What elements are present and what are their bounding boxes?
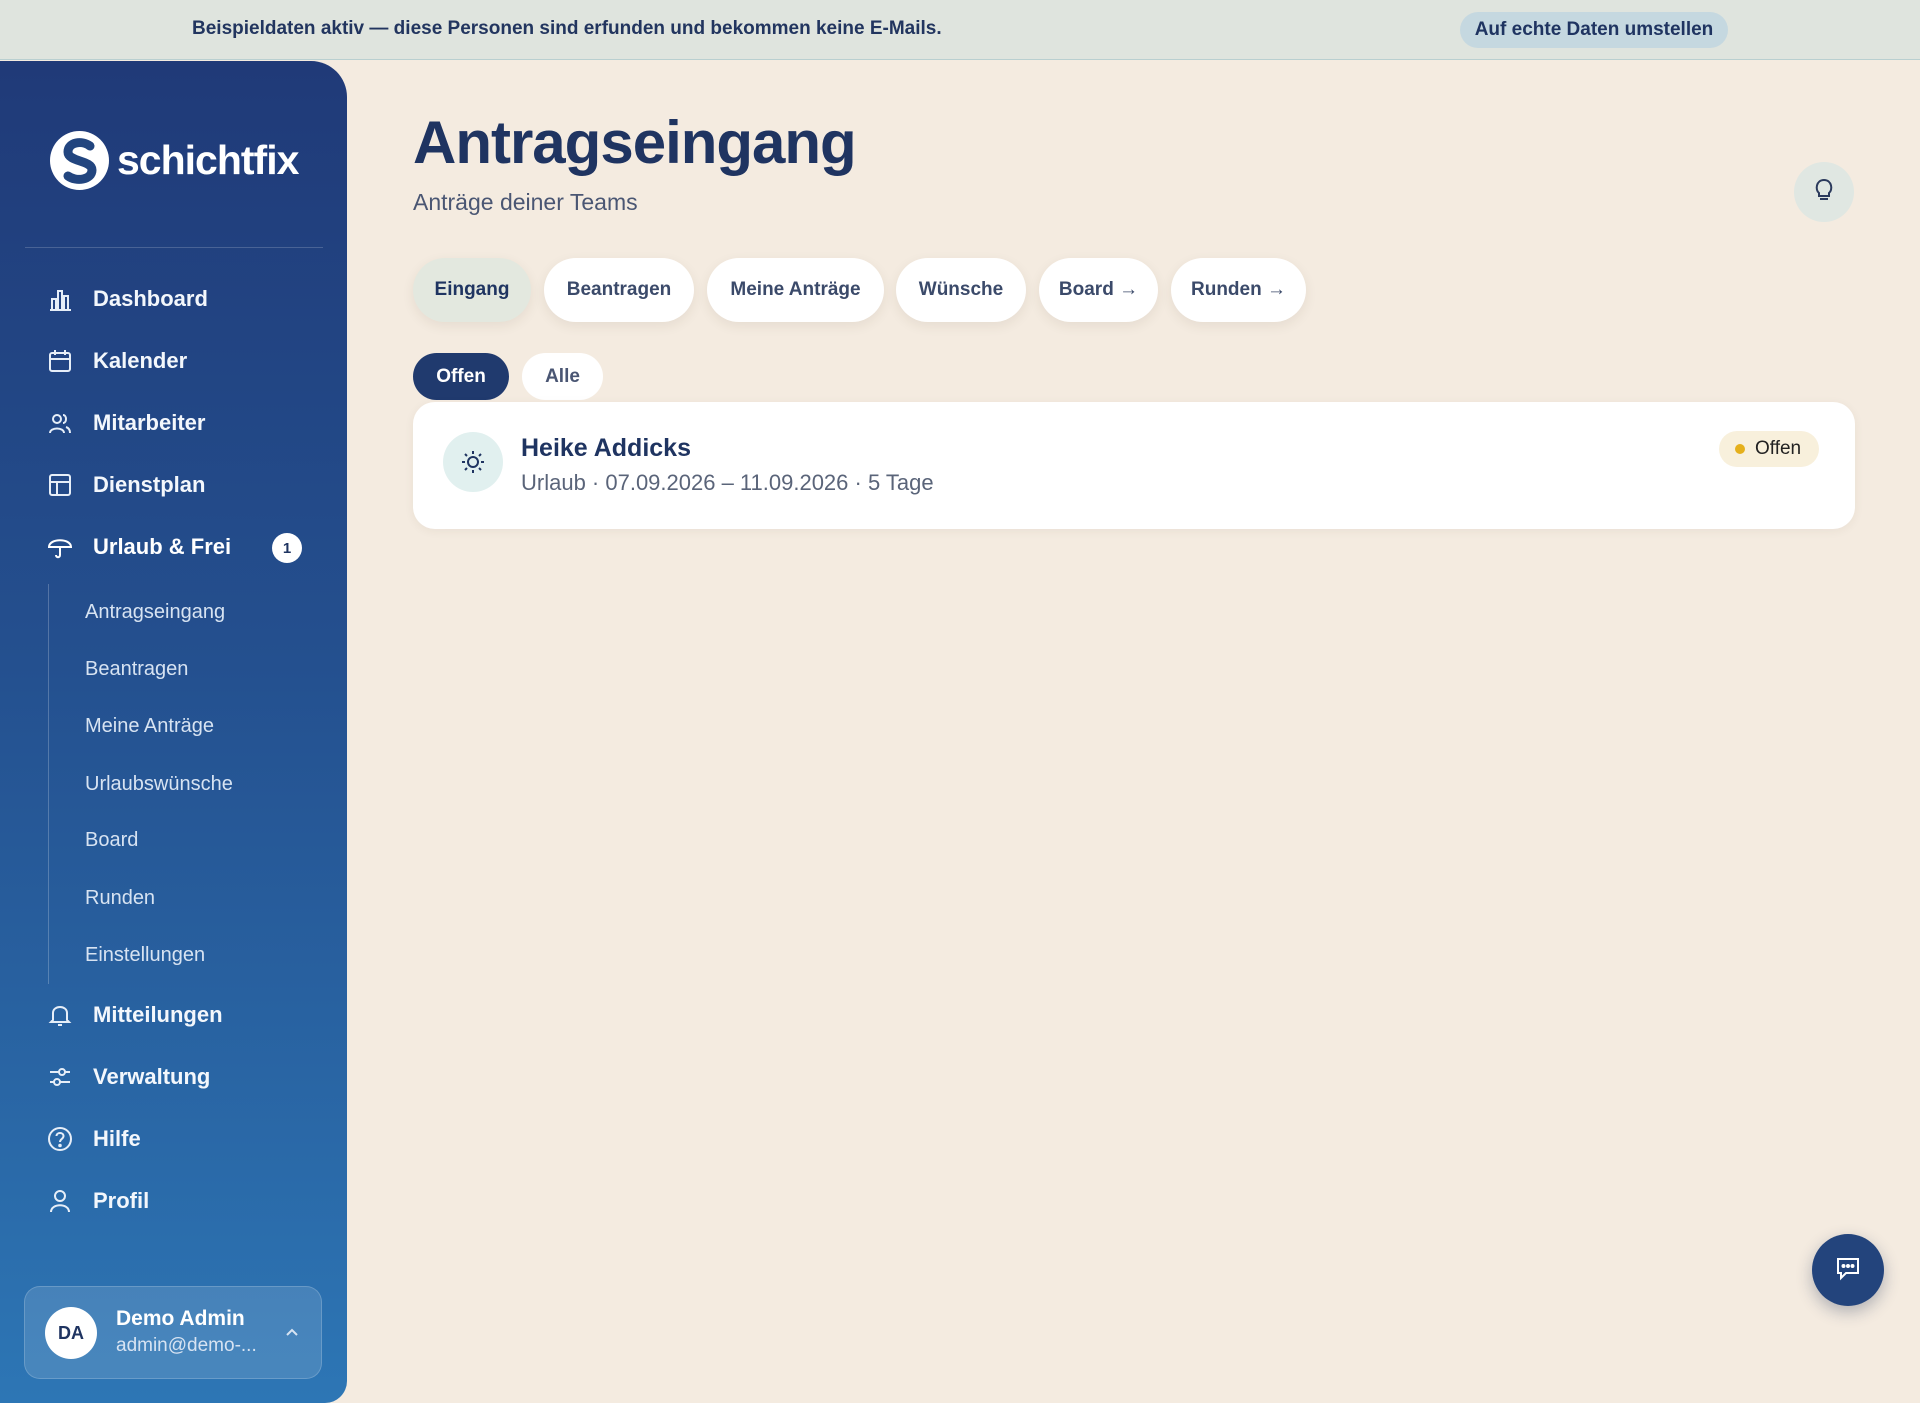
subnav-item-einstellungen[interactable]: Einstellungen <box>85 944 205 967</box>
user-menu[interactable]: DA Demo Admin admin@demo-... <box>24 1286 322 1379</box>
filter-alle[interactable]: Alle <box>522 353 603 400</box>
nav-label: Kalender <box>93 348 188 373</box>
nav-item-profil[interactable]: Profil <box>46 1181 306 1221</box>
status-label: Offen <box>1755 438 1802 459</box>
nav-item-mitarbeiter[interactable]: Mitarbeiter <box>46 403 306 443</box>
user-icon <box>46 1187 74 1215</box>
nav-item-mitteilungen[interactable]: Mitteilungen <box>46 995 306 1035</box>
logo-mark-icon <box>50 131 109 190</box>
nav-item-dienstplan[interactable]: Dienstplan <box>46 465 306 505</box>
sidebar-divider <box>25 247 323 248</box>
nav-item-dashboard[interactable]: Dashboard <box>46 279 306 319</box>
subnav-item-antragseingang[interactable]: Antragseingang <box>85 601 225 624</box>
nav-label: Urlaub & Frei <box>93 534 232 559</box>
bell-icon <box>46 1001 74 1029</box>
nav-label: Dashboard <box>93 286 208 311</box>
subnav-item-board[interactable]: Board <box>85 829 138 852</box>
nav-item-kalender[interactable]: Kalender <box>46 341 306 381</box>
subnav-line <box>48 584 49 984</box>
nav-label: Profil <box>93 1188 150 1213</box>
switch-to-real-data-button[interactable]: Auf echte Daten umstellen <box>1460 12 1728 48</box>
status-badge: Offen <box>1719 431 1820 467</box>
bar-chart-icon <box>46 285 74 313</box>
sun-icon <box>443 432 503 492</box>
help-circle-icon <box>46 1125 74 1153</box>
filter-offen[interactable]: Offen <box>413 353 509 400</box>
tips-button[interactable] <box>1794 162 1854 222</box>
request-card[interactable]: Heike Addicks Urlaub · 07.09.2026 – 11.0… <box>413 402 1855 529</box>
banner-text: Beispieldaten aktiv — diese Personen sin… <box>192 18 942 39</box>
lightbulb-icon <box>1811 176 1837 209</box>
tab-wuensche[interactable]: Wünsche <box>896 258 1026 322</box>
nav-label: Mitteilungen <box>93 1002 223 1027</box>
tab-beantragen[interactable]: Beantragen <box>544 258 694 322</box>
layout-icon <box>46 471 74 499</box>
tab-meine-antraege[interactable]: Meine Anträge <box>707 258 884 322</box>
demo-data-banner: Beispieldaten aktiv — diese Personen sin… <box>0 0 1920 60</box>
nav-label: Hilfe <box>93 1126 141 1151</box>
status-dot <box>1735 444 1745 454</box>
nav-label: Dienstplan <box>93 472 206 497</box>
users-icon <box>46 409 74 437</box>
nav-item-verwaltung[interactable]: Verwaltung <box>46 1057 306 1097</box>
tab-board[interactable]: Board → <box>1039 258 1158 322</box>
chat-button[interactable] <box>1812 1234 1884 1306</box>
page-title: Antragseingang <box>413 109 857 176</box>
sliders-icon <box>46 1063 74 1091</box>
notification-badge: 1 <box>272 533 302 563</box>
subnav-item-beantragen[interactable]: Beantragen <box>85 658 188 681</box>
subnav-item-meine-antraege[interactable]: Meine Anträge <box>85 715 214 738</box>
sidebar: schichtfix Dashboard Kalender Mitarbeite… <box>0 61 347 1403</box>
request-details: Urlaub · 07.09.2026 – 11.09.2026 · 5 Tag… <box>521 470 934 495</box>
subnav-item-runden[interactable]: Runden <box>85 887 155 910</box>
logo[interactable]: schichtfix <box>50 131 299 190</box>
request-employee-name: Heike Addicks <box>521 434 691 462</box>
avatar: DA <box>45 1307 97 1359</box>
tab-runden[interactable]: Runden → <box>1171 258 1306 322</box>
chevron-up-icon <box>283 1323 301 1346</box>
user-name: Demo Admin <box>116 1307 245 1330</box>
subnav-item-urlaubswuensche[interactable]: Urlaubswünsche <box>85 773 233 796</box>
nav-item-hilfe[interactable]: Hilfe <box>46 1119 306 1159</box>
chat-icon <box>1833 1253 1863 1288</box>
nav-label: Verwaltung <box>93 1064 211 1089</box>
calendar-icon <box>46 347 74 375</box>
tab-eingang[interactable]: Eingang <box>413 258 531 322</box>
page-subtitle: Anträge deiner Teams <box>413 189 638 215</box>
nav-label: Mitarbeiter <box>93 410 206 435</box>
umbrella-icon <box>46 533 74 561</box>
logo-text: schichtfix <box>117 137 299 183</box>
user-email: admin@demo-... <box>116 1335 257 1356</box>
nav-item-urlaub-frei[interactable]: Urlaub & Frei 1 <box>46 527 306 567</box>
